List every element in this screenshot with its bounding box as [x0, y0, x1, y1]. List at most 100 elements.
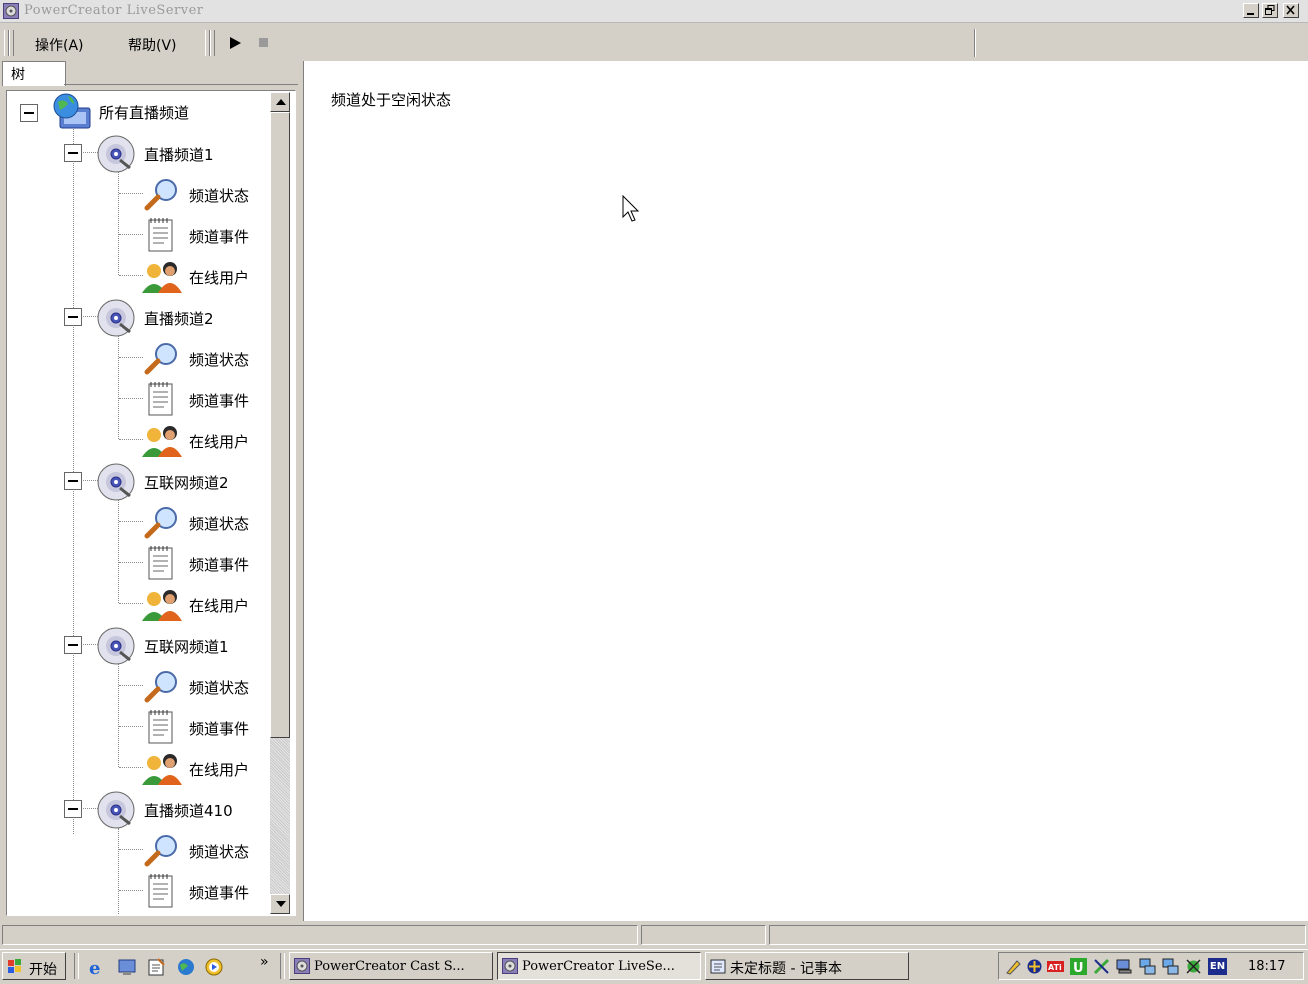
collapse-toggle[interactable] — [20, 104, 38, 122]
mouse-cursor-icon — [622, 195, 640, 222]
tree-root-label: 所有直播频道 — [99, 104, 190, 122]
tree-node-channel[interactable]: 互联网频道1 — [8, 626, 270, 665]
notepad-icon — [148, 382, 173, 416]
powercreator-icon — [502, 958, 518, 974]
node-label: 频道状态 — [189, 351, 250, 369]
taskbar-separator — [74, 953, 79, 979]
stop-icon[interactable] — [258, 37, 270, 49]
show-desktop-icon[interactable] — [117, 957, 137, 977]
lan-tray-icon-1[interactable] — [1139, 958, 1156, 975]
tree-node-users[interactable]: 在线用户 — [8, 585, 270, 623]
taskbar-button-notepad[interactable]: 未定标题 - 记事本 — [705, 952, 909, 980]
u-tray-icon[interactable]: U — [1070, 958, 1087, 975]
tree-node-channel[interactable]: 直播频道410 — [8, 790, 270, 829]
tab-tree[interactable]: 树 — [2, 61, 66, 86]
toolbar-separator — [974, 29, 976, 57]
menu-help[interactable]: 帮助(V) — [128, 35, 177, 55]
svg-text:e: e — [89, 958, 100, 977]
tree-node-events[interactable]: 频道事件 — [8, 708, 270, 746]
channel-label: 互联网频道1 — [144, 638, 229, 656]
pen-tray-icon[interactable] — [1005, 958, 1022, 975]
ie-icon[interactable]: e — [87, 957, 107, 977]
channel-label: 直播频道410 — [144, 802, 233, 820]
start-button[interactable]: 开始 — [2, 952, 66, 980]
tree-node-users[interactable]: 在线用户 — [8, 749, 270, 787]
taskbar-button-label: PowerCreator Cast S... — [314, 959, 465, 974]
tree-node-status[interactable]: 频道状态 — [8, 175, 270, 213]
tree-node-channel[interactable]: 互联网频道2 — [8, 462, 270, 501]
channel-label: 直播频道1 — [144, 146, 214, 164]
collapse-toggle[interactable] — [64, 636, 82, 654]
scroll-up-button[interactable] — [270, 92, 290, 112]
users-icon — [142, 754, 182, 785]
menu-operation[interactable]: 操作(A) — [35, 35, 84, 55]
node-label: 频道事件 — [189, 884, 250, 902]
notepad-icon — [148, 546, 173, 580]
taskbar-button-cast[interactable]: PowerCreator Cast S... — [289, 952, 493, 980]
users-icon — [142, 590, 182, 621]
magnifier-icon — [144, 343, 177, 375]
tree-node-channel[interactable]: 直播频道2 — [8, 298, 270, 337]
tree-node-status[interactable]: 频道状态 — [8, 831, 270, 869]
collapse-toggle[interactable] — [64, 144, 82, 162]
node-label: 在线用户 — [189, 597, 250, 615]
tree-node-root[interactable]: 所有直播频道 — [8, 92, 270, 130]
channel-status-message: 频道处于空闲状态 — [331, 91, 452, 109]
close-icon — [1286, 5, 1295, 15]
tree-scrollbar[interactable] — [270, 92, 290, 914]
node-label: 频道事件 — [189, 392, 250, 410]
start-label: 开始 — [29, 962, 57, 978]
channel-label: 直播频道2 — [144, 310, 214, 328]
status-panel-1 — [2, 925, 638, 945]
tree-node-users[interactable]: 在线用户 — [8, 421, 270, 459]
language-indicator[interactable]: EN — [1208, 958, 1227, 975]
antivirus-tray-icon[interactable] — [1185, 958, 1202, 975]
scroll-thumb[interactable] — [270, 112, 290, 738]
ati-tray-icon[interactable]: ATi — [1047, 958, 1064, 975]
tree-node-events[interactable]: 频道事件 — [8, 872, 270, 910]
channel-tree[interactable]: 所有直播频道 直播频道1 频道状态 频道事件 在线用户 直播频道2 频道状态 频… — [8, 92, 270, 914]
minimize-button[interactable] — [1243, 3, 1259, 18]
node-label: 频道事件 — [189, 228, 250, 246]
taskbar-button-liveserver[interactable]: PowerCreator LiveSe... — [497, 952, 701, 980]
computer-tray-icon[interactable] — [1116, 958, 1133, 975]
magnifier-icon — [144, 507, 177, 539]
users-icon — [142, 426, 182, 457]
clock[interactable]: 18:17 — [1248, 959, 1285, 974]
toolbar-grip-2 — [210, 30, 215, 56]
node-label: 在线用户 — [189, 761, 250, 779]
tree-node-events[interactable]: 频道事件 — [8, 380, 270, 418]
notepad-quicklaunch-icon[interactable] — [146, 957, 166, 977]
minimize-icon — [1247, 13, 1254, 15]
media-player-icon[interactable] — [204, 957, 224, 977]
tree-node-channel[interactable]: 直播频道1 — [8, 134, 270, 173]
play-icon[interactable] — [229, 36, 243, 50]
tools-tray-icon[interactable] — [1093, 958, 1110, 975]
collapse-toggle[interactable] — [64, 308, 82, 326]
node-label: 频道事件 — [189, 556, 250, 574]
status-panel-2 — [641, 925, 766, 945]
tree-node-users[interactable]: 在线用户 — [8, 257, 270, 295]
tree-node-events[interactable]: 频道事件 — [8, 544, 270, 582]
tree-node-status[interactable]: 频道状态 — [8, 667, 270, 705]
disc-icon — [97, 627, 135, 665]
restore-button[interactable] — [1262, 3, 1278, 18]
network-tray-icon[interactable] — [1026, 958, 1043, 975]
close-button[interactable] — [1283, 3, 1299, 18]
tree-node-events[interactable]: 频道事件 — [8, 216, 270, 254]
tree-node-status[interactable]: 频道状态 — [8, 503, 270, 541]
scroll-down-button[interactable] — [270, 894, 290, 914]
notepad-icon — [148, 874, 173, 908]
powercreator-icon — [294, 958, 310, 974]
node-label: 频道状态 — [189, 843, 250, 861]
network-globe-icon[interactable] — [176, 957, 196, 977]
quicklaunch-more[interactable]: » — [260, 954, 269, 970]
tree-node-status[interactable]: 频道状态 — [8, 339, 270, 377]
globe-computer-icon — [53, 93, 91, 129]
lan-tray-icon-2[interactable] — [1162, 958, 1179, 975]
title-bar: PowerCreator LiveServer — [0, 0, 1308, 23]
collapse-toggle[interactable] — [64, 472, 82, 490]
collapse-toggle[interactable] — [64, 800, 82, 818]
tab-tree-label: 树 — [11, 67, 25, 83]
status-panel-3 — [769, 925, 1306, 945]
